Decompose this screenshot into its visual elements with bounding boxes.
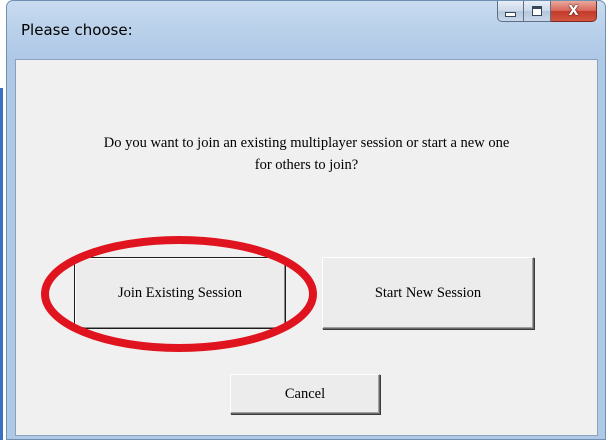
maximize-icon bbox=[532, 6, 542, 16]
join-existing-session-button[interactable]: Join Existing Session bbox=[74, 257, 286, 329]
message-line-1: Do you want to join an existing multipla… bbox=[103, 135, 510, 151]
title-bar[interactable]: Please choose: X bbox=[7, 1, 605, 59]
maximize-button[interactable] bbox=[524, 1, 551, 22]
message-line-2: for others to join? bbox=[254, 157, 359, 173]
dialog-body: Do you want to join an existing multipla… bbox=[15, 59, 598, 436]
window-title: Please choose: bbox=[21, 21, 133, 39]
start-new-session-button[interactable]: Start New Session bbox=[322, 257, 534, 329]
close-icon: X bbox=[568, 3, 579, 19]
dialog-message: Do you want to join an existing multipla… bbox=[16, 132, 597, 176]
background-window-edge bbox=[0, 88, 3, 440]
cancel-button[interactable]: Cancel bbox=[230, 374, 380, 414]
close-button[interactable]: X bbox=[551, 1, 597, 22]
minimize-icon bbox=[505, 12, 516, 17]
dialog-window: Please choose: X Do you want to join an … bbox=[6, 0, 606, 440]
caption-buttons: X bbox=[497, 1, 597, 23]
minimize-button[interactable] bbox=[497, 1, 524, 22]
